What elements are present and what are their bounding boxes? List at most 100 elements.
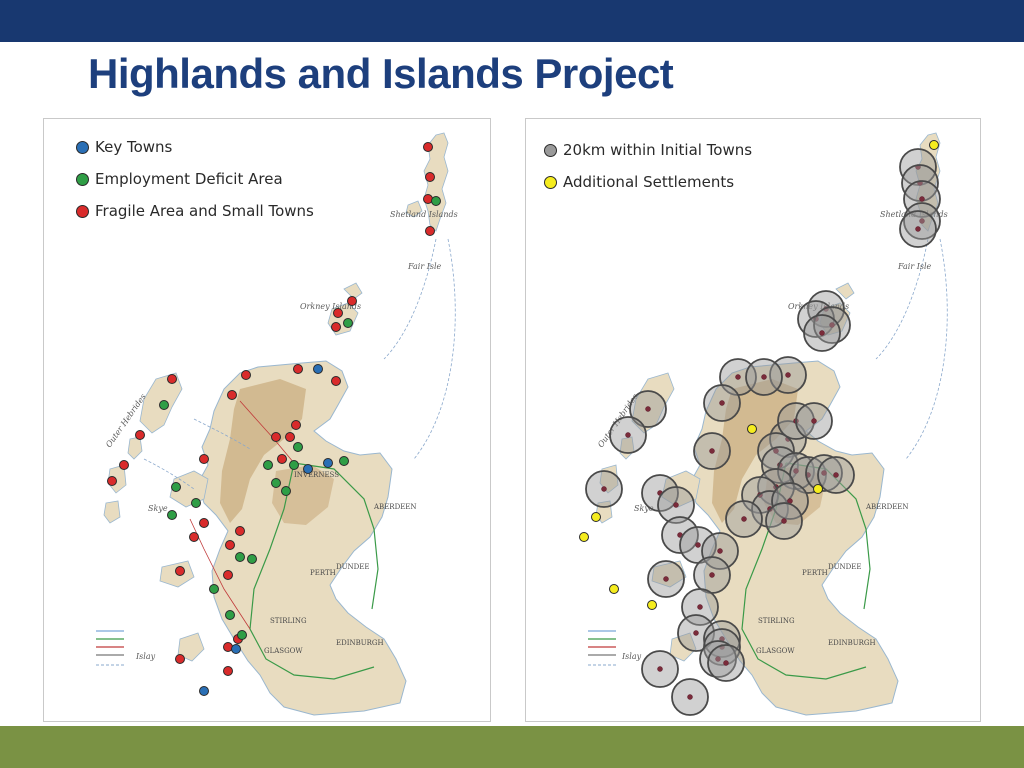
fragile-area-marker	[285, 432, 295, 442]
legend-label: Key Towns	[95, 138, 173, 156]
town-center-marker	[717, 548, 723, 554]
town-center-marker	[657, 666, 663, 672]
employment-deficit-marker	[293, 442, 303, 452]
bottom-band	[0, 726, 1024, 768]
slide-title: Highlands and Islands Project	[88, 50, 674, 97]
employment-deficit-marker	[271, 478, 281, 488]
town-center-marker	[919, 196, 925, 202]
label-aberdeen: ABERDEEN	[865, 503, 909, 511]
fragile-area-marker	[425, 226, 435, 236]
town-center-marker	[819, 330, 825, 336]
town-center-marker	[785, 372, 791, 378]
additional-settlement-marker	[813, 484, 823, 494]
fragile-area-marker	[227, 390, 237, 400]
employment-deficit-marker	[225, 610, 235, 620]
employment-deficit-dot-icon	[76, 172, 89, 186]
fragile-area-marker	[277, 454, 287, 464]
additional-settlement-marker	[591, 512, 601, 522]
label-glasgow: GLASGOW	[264, 647, 303, 655]
fragile-area-marker	[331, 322, 341, 332]
fragile-area-marker	[347, 296, 357, 306]
key-town-marker	[231, 644, 241, 654]
legend-label: Fragile Area and Small Towns	[95, 202, 314, 220]
employment-deficit-marker	[209, 584, 219, 594]
employment-deficit-marker	[431, 196, 441, 206]
label-dundee: DUNDEE	[828, 563, 861, 571]
label-fair-isle: Fair Isle	[407, 262, 442, 271]
town-center-marker	[673, 502, 679, 508]
town-center-marker	[663, 576, 669, 582]
key-town-marker	[199, 686, 209, 696]
fragile-area-marker	[135, 430, 145, 440]
town-center-marker	[781, 518, 787, 524]
key-town-marker	[323, 458, 333, 468]
left-map-panel: Shetland Islands Orkney Islands Fair Isl…	[43, 118, 491, 722]
fragile-area-marker	[119, 460, 129, 470]
fragile-area-marker	[423, 142, 433, 152]
fragile-area-marker	[235, 526, 245, 536]
label-dundee: DUNDEE	[336, 563, 369, 571]
key-towns-dot-icon	[76, 140, 89, 154]
town-center-marker	[695, 542, 701, 548]
label-skye: Skye	[148, 504, 168, 513]
additional-settlement-marker	[579, 532, 589, 542]
key-town-marker	[303, 464, 313, 474]
fragile-area-marker	[333, 308, 343, 318]
label-fair-isle: Fair Isle	[897, 262, 932, 271]
legend-item-fragile-area: Fragile Area and Small Towns	[76, 195, 314, 227]
additional-settlement-dot-icon	[544, 175, 557, 189]
key-town-marker	[313, 364, 323, 374]
employment-deficit-marker	[247, 554, 257, 564]
employment-deficit-marker	[263, 460, 273, 470]
town-center-marker	[811, 418, 817, 424]
town-center-marker	[723, 660, 729, 666]
right-map-svg: Shetland Islands Orkney Islands Fair Isl…	[554, 132, 948, 716]
fragile-area-marker	[167, 374, 177, 384]
label-perth: PERTH	[310, 569, 336, 577]
town-center-marker	[687, 694, 693, 700]
fragile-area-marker	[241, 370, 251, 380]
additional-settlement-marker	[929, 140, 939, 150]
town-center-marker	[625, 432, 631, 438]
employment-deficit-marker	[289, 460, 299, 470]
additional-settlement-marker	[647, 600, 657, 610]
town-center-marker	[833, 472, 839, 478]
label-aberdeen: ABERDEEN	[373, 503, 417, 511]
label-stirling: STIRLING	[270, 617, 307, 625]
fragile-area-dot-icon	[76, 204, 89, 218]
fragile-area-marker	[175, 654, 185, 664]
legend-item-employment-deficit: Employment Deficit Area	[76, 163, 314, 195]
label-glasgow: GLASGOW	[756, 647, 795, 655]
top-band	[0, 0, 1024, 42]
label-shetland: Shetland Islands	[390, 210, 458, 219]
employment-deficit-marker	[159, 400, 169, 410]
employment-deficit-marker	[171, 482, 181, 492]
fragile-area-marker	[425, 172, 435, 182]
employment-deficit-marker	[339, 456, 349, 466]
additional-settlement-marker	[747, 424, 757, 434]
town-center-marker	[697, 604, 703, 610]
legend-label: 20km within Initial Towns	[563, 141, 753, 159]
fragile-area-marker	[107, 476, 117, 486]
fragile-area-marker	[225, 540, 235, 550]
town-center-marker	[645, 406, 651, 412]
right-map-legend: 20km within Initial Towns Additional Set…	[544, 134, 752, 198]
town-center-marker	[693, 630, 699, 636]
label-stirling: STIRLING	[758, 617, 795, 625]
town-center-marker	[601, 486, 607, 492]
employment-deficit-marker	[167, 510, 177, 520]
label-edinburgh: EDINBURGH	[828, 639, 876, 647]
legend-label: Additional Settlements	[563, 173, 735, 191]
fragile-area-marker	[291, 420, 301, 430]
town-center-marker	[741, 516, 747, 522]
left-map-legend: Key Towns Employment Deficit Area Fragil…	[76, 131, 314, 227]
label-islay: Islay	[621, 652, 642, 661]
employment-deficit-marker	[281, 486, 291, 496]
fragile-area-marker	[199, 454, 209, 464]
additional-settlement-marker	[609, 584, 619, 594]
town-center-marker	[709, 572, 715, 578]
town-center-marker	[915, 226, 921, 232]
fragile-area-marker	[331, 376, 341, 386]
legend-item-key-towns: Key Towns	[76, 131, 314, 163]
employment-deficit-marker	[235, 552, 245, 562]
